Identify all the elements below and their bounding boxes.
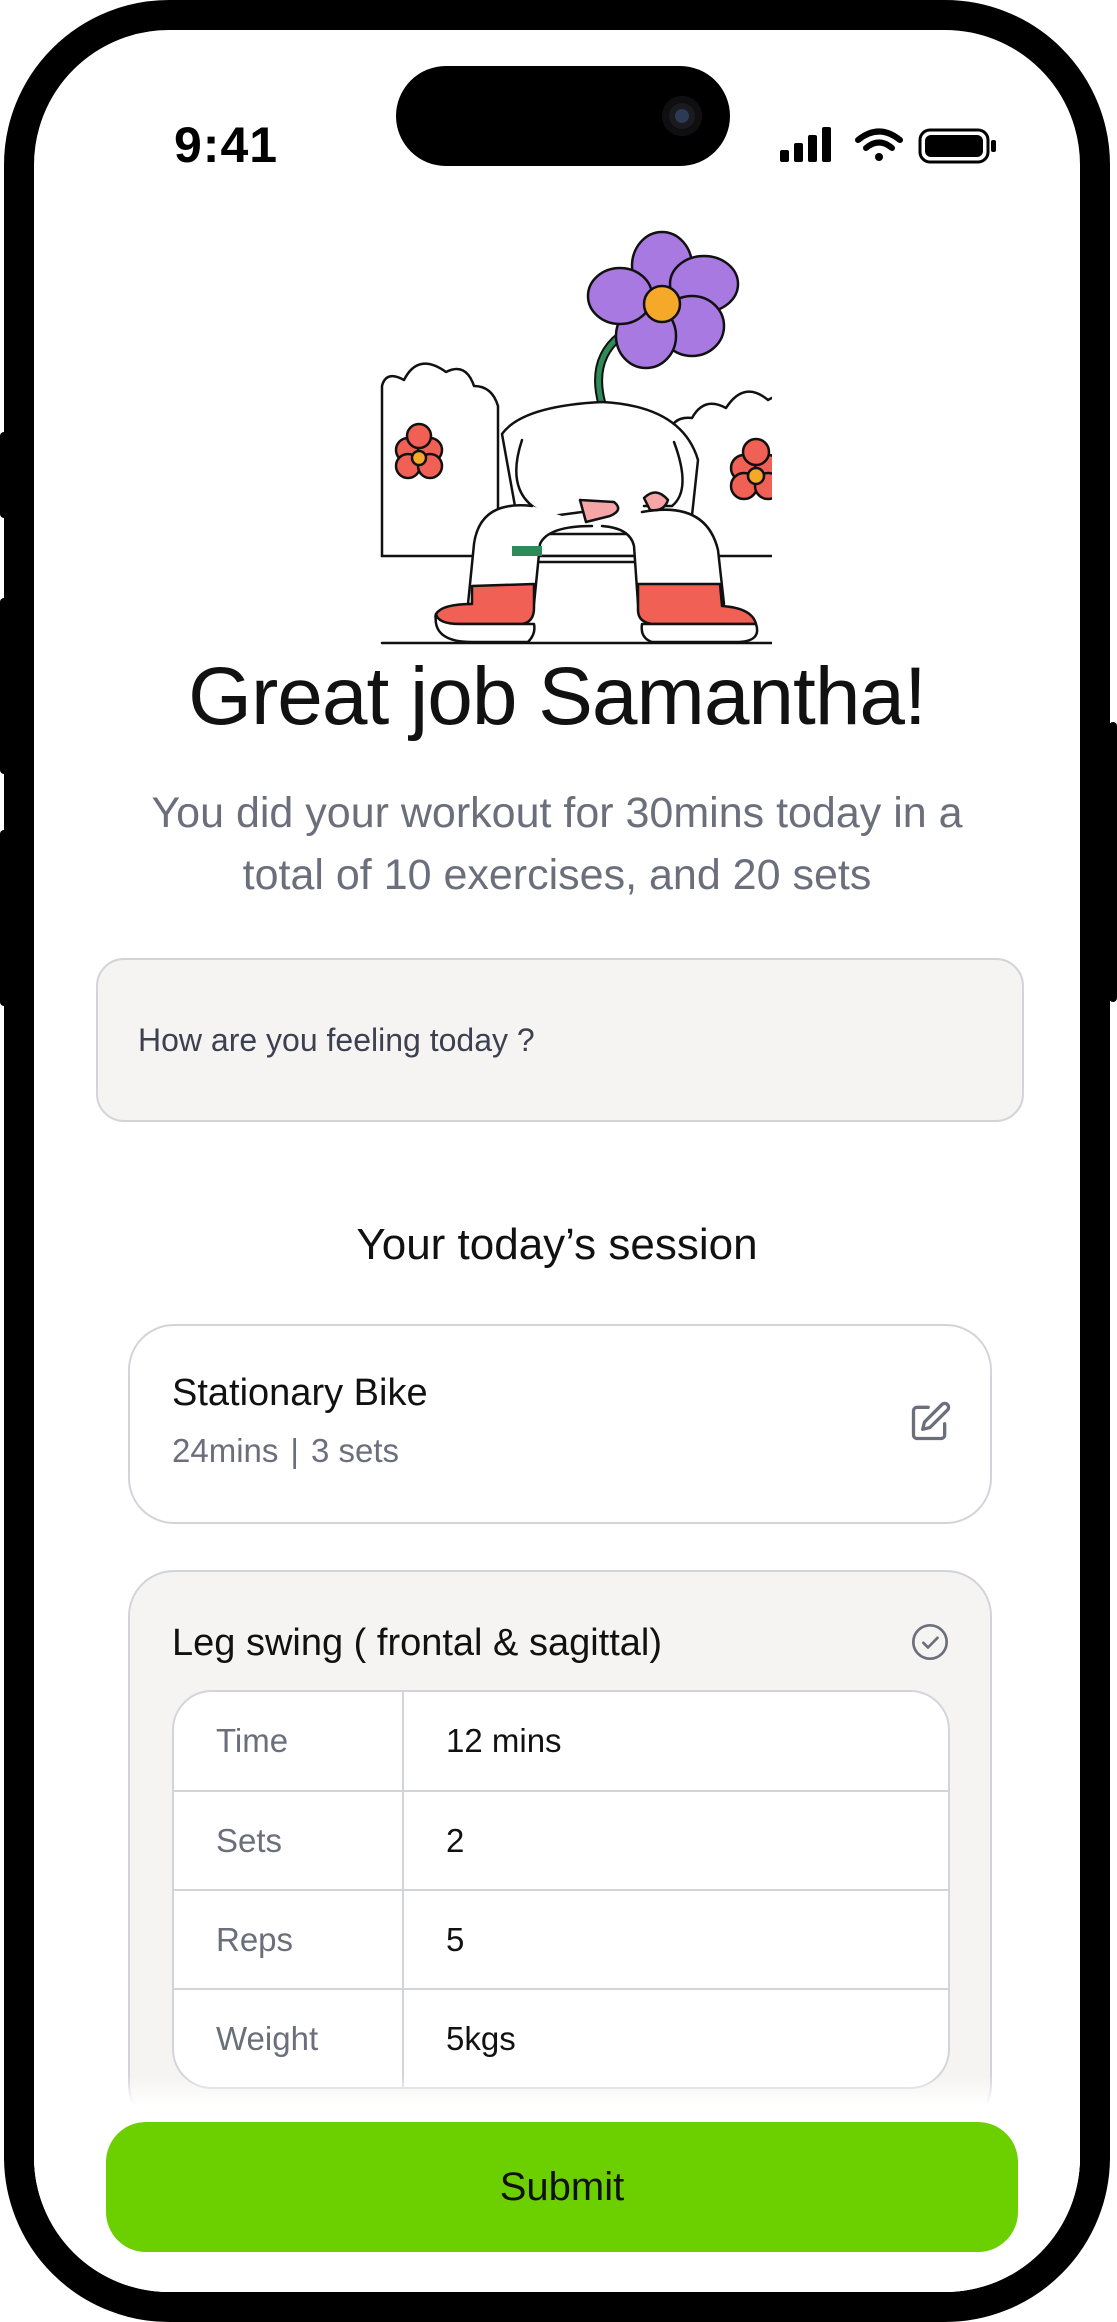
detail-key: Reps (174, 1891, 404, 1988)
exercise-duration: 24mins (172, 1432, 279, 1469)
red-flower-right (729, 437, 783, 501)
power-button (1109, 722, 1117, 1002)
meta-separator: | (290, 1432, 299, 1469)
exercise-card-leg-swing[interactable]: Leg swing ( frontal & sagittal) Time 12 … (128, 1570, 992, 2130)
detail-key: Weight (174, 1990, 404, 2087)
page-title: Great job Samantha! (188, 651, 927, 742)
detail-value: 5 (446, 1920, 465, 1958)
detail-value: 12 mins (446, 1722, 562, 1759)
red-flower-left (394, 422, 444, 480)
session-heading: Your today’s session (356, 1220, 758, 1269)
table-row: Weight 5kgs (174, 1988, 948, 2087)
edit-icon[interactable] (908, 1400, 952, 1444)
feeling-input-placeholder: How are you feeling today ? (138, 1021, 535, 1058)
detail-key: Time (174, 1692, 404, 1790)
status-time: 9:41 (174, 117, 279, 173)
status-icons (780, 126, 1000, 171)
screen: 9:41 Great job Samantha! You did your wo… (34, 30, 1080, 2292)
feeling-input[interactable]: How are you feeling today ? (96, 958, 1024, 1122)
celebration-illustration (352, 210, 800, 655)
camera-icon (662, 96, 702, 136)
exercise-name: Stationary Bike (172, 1372, 428, 1414)
phone-frame: 9:41 Great job Samantha! You did your wo… (4, 0, 1110, 2322)
detail-key: Sets (174, 1792, 404, 1889)
submit-button[interactable]: Submit (106, 2122, 1018, 2252)
exercise-name: Leg swing ( frontal & sagittal) (172, 1622, 663, 1664)
workout-summary: You did your workout for 30mins today in… (151, 789, 963, 899)
check-circle-icon[interactable] (910, 1622, 950, 1662)
cellular-signal-icon (780, 127, 831, 162)
wifi-icon (855, 128, 903, 161)
table-row: Time 12 mins (174, 1692, 948, 1790)
battery-icon (918, 128, 996, 164)
exercise-meta: 24mins | 3 sets (172, 1432, 399, 1470)
exercise-card-stationary-bike[interactable]: Stationary Bike 24mins | 3 sets (128, 1324, 992, 1524)
exercise-details-table: Time 12 mins Sets 2 Reps 5 Weight 5kgs (172, 1690, 950, 2089)
table-row: Reps 5 (174, 1889, 948, 1988)
exercise-sets: 3 sets (310, 1432, 400, 1469)
dynamic-island (396, 66, 730, 166)
detail-value: 5kgs (446, 2019, 516, 2057)
table-row: Sets 2 (174, 1790, 948, 1889)
detail-value: 2 (446, 1821, 465, 1859)
